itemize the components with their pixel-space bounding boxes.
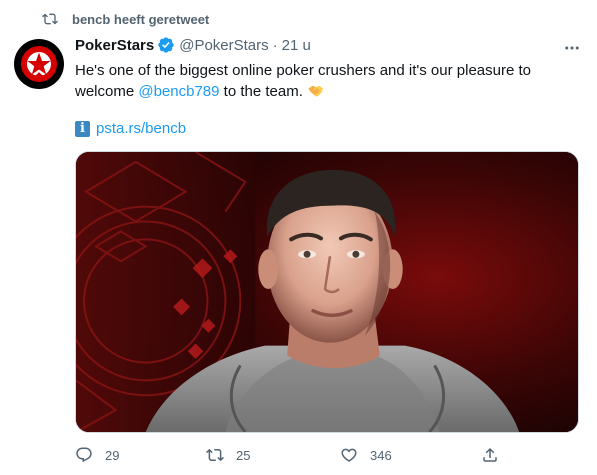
tweet-header: PokerStars @PokerStars · 21 u — [75, 36, 311, 54]
tweet-text: He's one of the biggest online poker cru… — [75, 60, 575, 102]
more-options-icon — [565, 46, 579, 50]
reply-button[interactable]: 29 — [75, 446, 119, 464]
tweet-image[interactable] — [75, 151, 579, 433]
link-text[interactable]: psta.rs/bencb — [96, 120, 186, 137]
avatar[interactable] — [14, 39, 64, 89]
author-handle[interactable]: @PokerStars — [179, 37, 268, 54]
retweet-label: bencb heeft geretweet — [72, 11, 210, 27]
pokerstars-logo — [21, 46, 57, 82]
retweet-count: 25 — [236, 447, 251, 463]
author-name[interactable]: PokerStars — [75, 37, 154, 54]
external-link[interactable]: i psta.rs/bencb — [75, 120, 186, 137]
verified-badge-icon — [158, 37, 174, 53]
reply-icon — [76, 447, 92, 463]
heart-icon — [341, 448, 357, 462]
tweet-text-end: to the team. — [219, 83, 303, 100]
retweet-button[interactable]: 25 — [206, 446, 250, 464]
tweet-timestamp[interactable]: 21 u — [282, 37, 311, 54]
portrait-photo — [76, 152, 578, 432]
more-options-button[interactable] — [560, 38, 584, 58]
mention-link[interactable]: @bencb789 — [138, 83, 219, 100]
retweet-icon — [42, 13, 58, 25]
separator-dot: · — [272, 36, 278, 54]
handshake-emoji — [308, 85, 323, 97]
like-count: 346 — [370, 447, 392, 463]
information-icon: i — [75, 120, 90, 137]
retweet-icon — [206, 448, 224, 462]
share-icon — [483, 447, 497, 462]
like-button[interactable]: 346 — [340, 446, 392, 464]
tweet-actions: 29 25 346 — [75, 446, 505, 468]
retweet-context[interactable]: bencb heeft geretweet — [42, 11, 209, 27]
share-button[interactable] — [481, 446, 499, 464]
reply-count: 29 — [105, 447, 120, 463]
